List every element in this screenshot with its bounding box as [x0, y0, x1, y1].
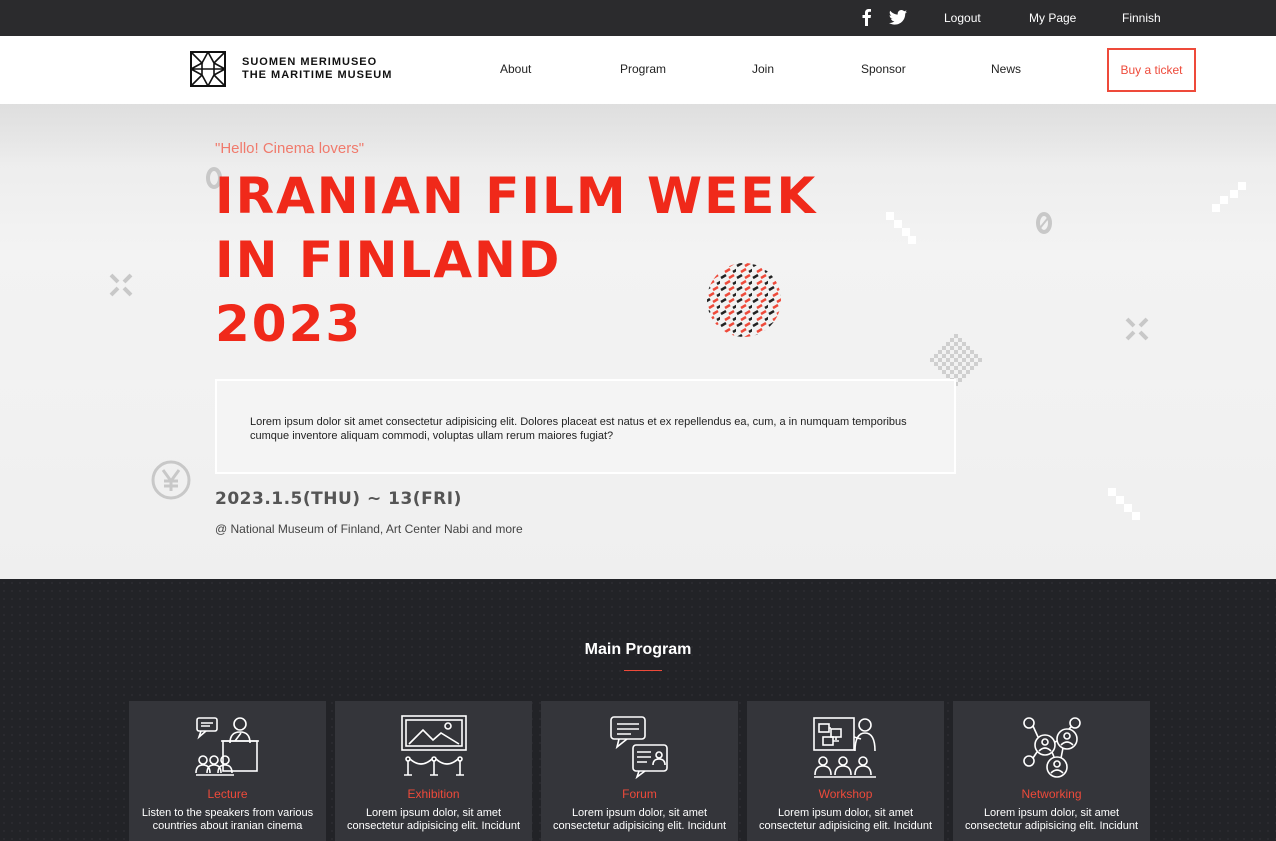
title-underline	[624, 670, 662, 671]
hero-description: Lorem ipsum dolor sit amet consectetur a…	[250, 416, 907, 442]
hero-tagline: "Hello! Cinema lovers"	[215, 140, 365, 157]
exhibition-icon	[401, 715, 467, 776]
nav-about[interactable]: About	[500, 62, 531, 76]
networking-icon	[1023, 717, 1081, 778]
decorative-pixel-steps-icon	[886, 212, 916, 244]
program-card-exhibition[interactable]: Exhibition Lorem ipsum dolor, sit amet c…	[335, 701, 532, 841]
workshop-icon	[813, 717, 876, 778]
hero-background-haze	[0, 104, 1276, 164]
twitter-icon[interactable]	[888, 6, 908, 28]
my-page-link[interactable]: My Page	[1029, 11, 1076, 25]
top-bar: Logout My Page Finnish	[0, 0, 1276, 36]
decorative-zero-icon	[1036, 212, 1052, 234]
program-card-name: Lecture	[207, 787, 248, 801]
program-cards: Lecture Listen to the speakers from vari…	[129, 701, 1150, 841]
decorative-yen-icon	[151, 460, 191, 500]
program-card-text: Listen to the speakers from various coun…	[141, 807, 314, 832]
program-card-lecture[interactable]: Lecture Listen to the speakers from vari…	[129, 701, 326, 841]
program-card-forum[interactable]: Forum Lorem ipsum dolor, sit amet consec…	[541, 701, 738, 841]
program-card-name: Forum	[622, 787, 657, 801]
program-card-text: Lorem ipsum dolor, sit amet consectetur …	[758, 807, 933, 832]
program-card-name: Networking	[1021, 787, 1082, 801]
event-dates: 2023.1.5(THU) ~ 13(FRI)	[215, 489, 462, 509]
event-venue: @ National Museum of Finland, Art Center…	[215, 522, 523, 536]
buy-ticket-button[interactable]: Buy a ticket	[1107, 48, 1196, 92]
hero-title-line-1: IRANIAN FILM WEEK	[215, 167, 818, 225]
decorative-pixel-steps-icon	[1108, 488, 1140, 520]
hero-section: "Hello! Cinema lovers" IRANIAN FILM WEEK…	[0, 104, 1276, 579]
program-card-name: Exhibition	[407, 787, 460, 801]
facebook-icon[interactable]	[856, 6, 876, 28]
lecture-icon	[195, 717, 259, 776]
program-card-text: Lorem ipsum dolor, sit amet consectetur …	[346, 807, 521, 832]
hero-title-line-3: 2023	[215, 295, 363, 353]
nav-news[interactable]: News	[991, 62, 1021, 76]
program-card-networking[interactable]: Networking Lorem ipsum dolor, sit amet c…	[953, 701, 1150, 841]
decorative-cross-icon	[1125, 317, 1149, 341]
program-card-text: Lorem ipsum dolor, sit amet consectetur …	[552, 807, 727, 832]
main-program-title: Main Program	[584, 641, 692, 658]
program-card-workshop[interactable]: Workshop Lorem ipsum dolor, sit amet con…	[747, 701, 944, 841]
forum-icon	[610, 716, 668, 779]
main-program-section: Main Program Lecture Listen to the speak…	[0, 579, 1276, 841]
hero-title-line-2: IN FINLAND	[215, 231, 562, 289]
program-card-text: Lorem ipsum dolor, sit amet consectetur …	[964, 807, 1139, 832]
social-links	[856, 6, 908, 28]
hero-title: IRANIAN FILM WEEK IN FINLAND 2023	[215, 164, 817, 356]
hero-description-box: Lorem ipsum dolor sit amet consectetur a…	[215, 379, 956, 474]
main-nav: About Program Join Sponsor News	[0, 36, 1276, 104]
nav-program[interactable]: Program	[620, 62, 666, 76]
decorative-cross-icon	[109, 273, 133, 297]
nav-sponsor[interactable]: Sponsor	[861, 62, 906, 76]
nav-join[interactable]: Join	[752, 62, 774, 76]
decorative-pixel-steps-icon	[1212, 182, 1246, 212]
language-link[interactable]: Finnish	[1122, 11, 1161, 25]
program-card-name: Workshop	[818, 787, 873, 801]
logout-link[interactable]: Logout	[944, 11, 981, 25]
site-header: SUOMEN MERIMUSEO THE MARITIME MUSEUM Abo…	[0, 36, 1276, 104]
